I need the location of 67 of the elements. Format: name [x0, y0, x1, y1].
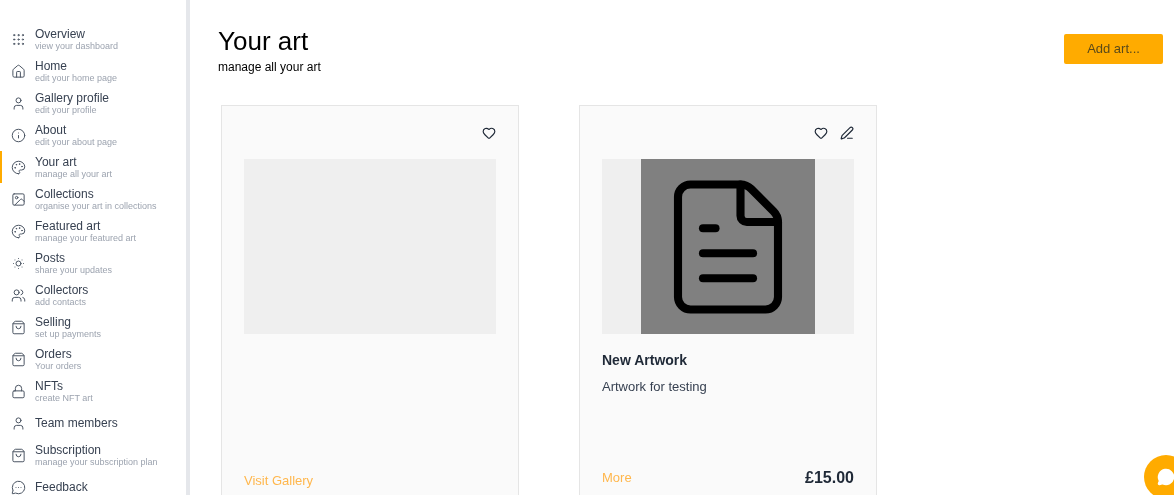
item-label: Your art	[35, 155, 78, 169]
sidebar-item[interactable]: NFTs create NFT art	[0, 375, 186, 407]
user-icon	[11, 415, 26, 431]
palette-icon	[11, 159, 26, 175]
page-title: Your art	[218, 25, 310, 57]
home-icon	[11, 63, 26, 79]
heart-icon[interactable]	[814, 126, 828, 140]
item-label: Gallery profile	[35, 91, 110, 105]
item-label: Home	[35, 59, 68, 73]
item-label: NFTs	[35, 379, 64, 393]
item-description: create NFT art	[35, 392, 93, 403]
item-description: set up payments	[35, 328, 102, 339]
item-description: manage your featured art	[35, 232, 137, 243]
sidebar-item[interactable]: Team members	[0, 407, 186, 439]
image-icon	[11, 191, 26, 207]
price: £15.00	[805, 468, 854, 488]
item-label: Team members	[35, 416, 118, 430]
item-description: edit your profile	[35, 104, 97, 115]
bag-icon	[11, 447, 26, 463]
sidebar-item[interactable]: Home edit your home page	[0, 55, 186, 87]
chat-icon	[11, 479, 26, 495]
bag-icon	[11, 319, 26, 335]
users-icon	[11, 287, 26, 303]
sidebar-item[interactable]: Subscription manage your subscription plan	[0, 439, 186, 471]
item-description: add contacts	[35, 296, 88, 307]
user-icon	[11, 95, 26, 111]
item-description: edit your about page	[35, 136, 118, 147]
item-description: organise your art in collections	[35, 200, 157, 211]
item-label: Posts	[35, 251, 66, 265]
item-description: edit your home page	[35, 72, 118, 83]
sidebar-item[interactable]: About edit your about page	[0, 119, 186, 151]
art-title: New Artwork	[602, 351, 689, 370]
sidebar-item[interactable]: Posts share your updates	[0, 247, 186, 279]
sidebar-item[interactable]: Gallery profile edit your profile	[0, 87, 186, 119]
item-description: manage your subscription plan	[35, 456, 158, 467]
item-description: view your dashboard	[35, 40, 119, 51]
item-description: share your updates	[35, 264, 113, 275]
item-label: Collections	[35, 187, 95, 201]
sidebar-item[interactable]: Selling set up payments	[0, 311, 186, 343]
grid-icon	[11, 31, 26, 47]
edit-icon[interactable]	[840, 126, 854, 140]
art-description: Artwork for testing	[602, 378, 708, 396]
item-label: Orders	[35, 347, 73, 361]
item-label: About	[35, 123, 68, 137]
item-label: Selling	[35, 315, 73, 329]
sidebar-item[interactable]: Collections organise your art in collections	[0, 183, 186, 215]
palette-icon	[11, 223, 26, 239]
chat-icon	[1157, 468, 1174, 486]
sidebar-item[interactable]: Overview view your dashboard	[0, 23, 186, 55]
lightbulb-icon	[11, 255, 26, 271]
item-label: Subscription	[35, 443, 103, 457]
heart-icon[interactable]	[482, 126, 496, 140]
item-description: Your orders	[35, 360, 82, 371]
add-art-button[interactable]: Add art...	[1064, 34, 1163, 64]
item-description: manage all your art	[35, 168, 113, 179]
info-icon	[11, 127, 26, 143]
sidebar-item[interactable]: Collectors add contacts	[0, 279, 186, 311]
item-label: Feedback	[35, 480, 88, 494]
bag-icon	[11, 351, 26, 367]
item-label: Overview	[35, 27, 86, 41]
item-label: Featured art	[35, 219, 102, 233]
sidebar-item[interactable]: Orders Your orders	[0, 343, 186, 375]
lock-icon	[11, 383, 26, 399]
item-label: Collectors	[35, 283, 89, 297]
page-subtitle: manage all your art	[218, 59, 321, 76]
sidebar-item[interactable]: Featured art manage your featured art	[0, 215, 186, 247]
sidebar-item[interactable]: Feedback	[0, 471, 186, 495]
